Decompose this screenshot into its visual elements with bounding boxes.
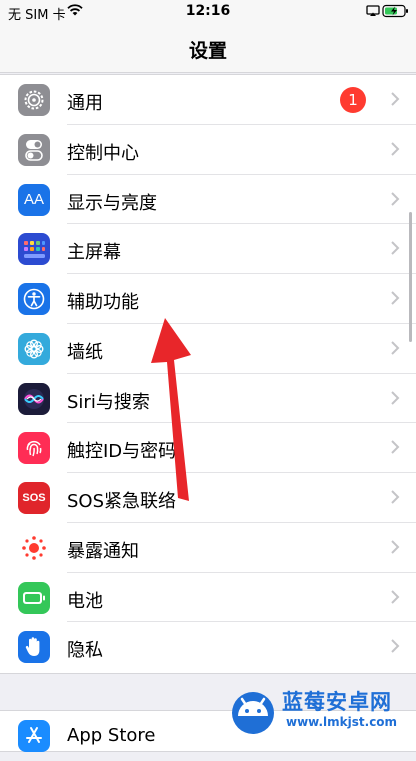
- settings-row-accessibility[interactable]: 辅助功能: [0, 274, 416, 324]
- status-bar: 无 SIM 卡 12:16: [0, 0, 416, 24]
- chevron-right-icon: [390, 191, 400, 211]
- nav-bar: 设置: [0, 24, 416, 73]
- settings-row-touch-id-passcode[interactable]: 触控ID与密码: [0, 423, 416, 473]
- chevron-right-icon: [390, 91, 400, 111]
- settings-list: 通用 1 控制中心 AA 显示与亮度 主屏幕 辅助功能 墙纸 Siri与搜索 触…: [0, 74, 416, 674]
- watermark-url: www.lmkjst.com: [286, 715, 398, 729]
- battery-icon: [18, 581, 50, 614]
- battery-charging-icon: [382, 4, 410, 22]
- text-size-icon-glyph: AA: [23, 191, 44, 208]
- page-title: 设置: [188, 40, 227, 62]
- settings-row-label: 显示与亮度: [67, 192, 157, 214]
- settings-row-label: Siri与搜索: [67, 391, 150, 413]
- sos-icon: SOS: [18, 482, 50, 514]
- settings-row-emergency-sos[interactable]: SOS SOS紧急联络: [0, 473, 416, 523]
- watermark-logo-icon: [232, 692, 274, 734]
- settings-row-label: 暴露通知: [67, 540, 139, 562]
- chevron-right-icon: [390, 340, 400, 360]
- chevron-right-icon: [390, 638, 400, 658]
- toggles-icon: [18, 133, 50, 166]
- settings-row-label: 电池: [67, 590, 103, 612]
- settings-row-wallpaper[interactable]: 墙纸: [0, 324, 416, 374]
- fingerprint-icon: [18, 432, 50, 465]
- sos-icon-glyph: SOS: [22, 492, 46, 504]
- settings-row-label: App Store: [67, 725, 156, 746]
- settings-row-battery[interactable]: 电池: [0, 573, 416, 623]
- chevron-right-icon: [390, 589, 400, 609]
- home-grid-icon: [18, 233, 50, 266]
- chevron-right-icon: [390, 290, 400, 310]
- watermark-title: 蓝莓安卓网: [282, 690, 392, 714]
- notification-badge: 1: [340, 87, 366, 113]
- settings-row-display-brightness[interactable]: AA 显示与亮度: [0, 175, 416, 225]
- clock: 12:16: [185, 3, 231, 19]
- chevron-right-icon: [390, 240, 400, 260]
- settings-row-label: 主屏幕: [67, 242, 121, 264]
- settings-row-privacy[interactable]: 隐私: [0, 622, 416, 672]
- settings-row-control-center[interactable]: 控制中心: [0, 125, 416, 175]
- settings-row-label: SOS紧急联络: [67, 491, 177, 512]
- settings-row-home-screen[interactable]: 主屏幕: [0, 224, 416, 274]
- settings-row-general[interactable]: 通用 1: [0, 75, 416, 125]
- watermark: 蓝莓安卓网 www.lmkjst.com: [226, 684, 412, 736]
- chevron-right-icon: [390, 439, 400, 459]
- gear-icon: [18, 84, 50, 116]
- settings-row-label: 触控ID与密码: [67, 441, 177, 463]
- screen-mirroring-icon: [366, 5, 380, 21]
- chevron-right-icon: [390, 489, 400, 509]
- chevron-right-icon: [390, 390, 400, 410]
- settings-row-siri-search[interactable]: Siri与搜索: [0, 374, 416, 424]
- accessibility-icon: [18, 283, 50, 315]
- scroll-indicator[interactable]: [409, 212, 412, 342]
- hand-icon: [18, 631, 50, 664]
- app-store-icon: [18, 720, 50, 752]
- settings-row-label: 通用: [67, 93, 103, 114]
- settings-row-exposure-notifications[interactable]: 暴露通知: [0, 523, 416, 573]
- settings-row-label: 辅助功能: [67, 292, 139, 313]
- flower-icon: [18, 332, 50, 365]
- settings-row-label: 控制中心: [67, 142, 139, 164]
- siri-icon: [18, 382, 50, 415]
- settings-row-label: 墙纸: [67, 341, 103, 363]
- settings-row-label: 隐私: [67, 640, 103, 662]
- chevron-right-icon: [390, 539, 400, 559]
- text-size-icon: AA: [18, 183, 50, 216]
- chevron-right-icon: [390, 141, 400, 161]
- exposure-icon: [18, 531, 50, 564]
